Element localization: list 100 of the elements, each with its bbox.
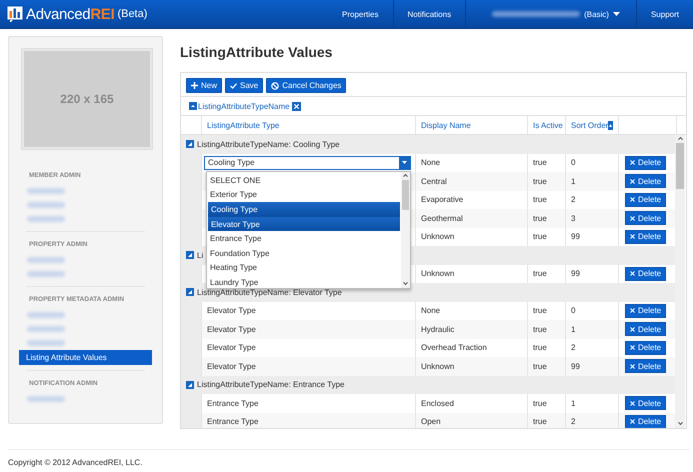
nav-link[interactable]: Support	[636, 0, 693, 28]
redacted-text	[27, 271, 65, 277]
close-icon	[630, 216, 635, 221]
table-cell: 0	[565, 154, 618, 172]
dropdown-option[interactable]: Foundation Type	[207, 246, 401, 261]
scroll-thumb[interactable]	[402, 180, 409, 210]
table-cell: 99	[565, 264, 618, 283]
collapse-icon[interactable]	[186, 251, 194, 260]
delete-button[interactable]: Delete	[625, 396, 666, 410]
column-header[interactable]: Display Name	[415, 116, 527, 134]
scroll-thumb[interactable]	[676, 143, 684, 189]
dropdown-option[interactable]: SELECT ONE	[207, 173, 401, 188]
table-cell: 1	[565, 320, 618, 338]
close-icon	[630, 160, 635, 166]
scroll-up-icon[interactable]	[678, 137, 682, 140]
close-icon	[630, 308, 635, 314]
table-cell: Hydraulic	[415, 320, 527, 338]
dropdown-option[interactable]: Laundry Type	[207, 275, 401, 290]
table-cell: true	[527, 154, 565, 172]
delete-button[interactable]: Delete	[625, 340, 666, 355]
collapse-icon[interactable]	[186, 380, 194, 389]
table-cell: true	[527, 338, 565, 357]
close-icon	[630, 326, 635, 332]
table-cell: Open	[415, 412, 527, 428]
table-cell: Geothermal	[415, 209, 527, 228]
sidebar-item[interactable]: Listing Attribute Values	[19, 350, 152, 365]
redacted-text	[27, 202, 65, 208]
delete-button[interactable]: Delete	[625, 414, 666, 428]
table-cell: Elevator Type	[201, 320, 415, 338]
cancel-icon	[271, 82, 280, 90]
scrollbar[interactable]	[675, 135, 685, 428]
type-dropdown[interactable]: Cooling Type	[204, 156, 411, 170]
table-cell: true	[527, 320, 565, 338]
redacted-text	[27, 326, 65, 332]
table-cell: 3	[565, 209, 618, 228]
group-chip[interactable]: ListingAttributeTypeName	[189, 100, 301, 112]
scrollbar[interactable]	[401, 172, 410, 288]
table-cell: Entrance Type	[201, 412, 415, 428]
checkmark-icon	[230, 82, 238, 88]
table-cell: 99	[565, 357, 618, 376]
building-chart-icon	[7, 6, 23, 22]
save-button[interactable]: Save	[225, 78, 264, 93]
delete-button[interactable]: Delete	[625, 322, 666, 336]
group-header: ListingAttributeTypeName: Cooling Type	[197, 140, 340, 149]
collapse-icon[interactable]	[186, 288, 194, 296]
close-icon	[630, 400, 635, 406]
redacted-text	[27, 396, 65, 402]
column-header[interactable]: Sort Order	[565, 116, 618, 134]
dropdown-option[interactable]: Heating Type	[207, 260, 401, 276]
table-cell: true	[527, 394, 565, 412]
delete-button[interactable]: Delete	[625, 266, 666, 281]
table-cell: true	[527, 357, 565, 376]
close-icon	[630, 419, 635, 424]
delete-button[interactable]: Delete	[625, 156, 666, 170]
table-cell: Overhead Traction	[415, 338, 527, 357]
delete-button[interactable]: Delete	[625, 230, 666, 244]
collapse-icon[interactable]	[186, 140, 194, 148]
nav-link[interactable]: Notifications	[392, 0, 466, 28]
new-button[interactable]: New	[186, 78, 222, 93]
table-cell: Unknown	[415, 357, 527, 376]
close-icon	[630, 271, 635, 276]
dropdown-option[interactable]: Exterior Type	[207, 188, 401, 202]
delete-button[interactable]: Delete	[625, 211, 666, 226]
table-cell: true	[527, 172, 565, 190]
group-header: ListingAttributeTypeName: Entrance Type	[197, 380, 344, 390]
delete-button[interactable]: Delete	[625, 304, 666, 318]
table-cell: Entrance Type	[201, 394, 415, 412]
table-cell: Unknown	[415, 264, 527, 283]
nav-link[interactable]: Properties	[328, 0, 392, 28]
table-cell: 1	[565, 172, 618, 190]
column-header[interactable]: ListingAttribute Type	[201, 116, 415, 134]
dropdown-option[interactable]: Entrance Type	[207, 231, 401, 246]
redacted-text	[27, 340, 65, 346]
dropdown-option[interactable]: Cooling Type	[208, 202, 400, 217]
table-cell: true	[527, 228, 565, 246]
close-icon[interactable]	[292, 102, 301, 110]
sort-icon	[189, 102, 197, 110]
user-menu[interactable]: (Basic)	[465, 0, 636, 28]
caret-icon	[612, 12, 620, 16]
redacted-text	[27, 216, 65, 222]
table-cell: 2	[565, 338, 618, 357]
dropdown-option[interactable]: Elevator Type	[208, 216, 400, 232]
scroll-up-icon[interactable]	[403, 174, 408, 177]
table-cell: 1	[565, 394, 618, 412]
table-cell: Elevator Type	[201, 357, 415, 376]
cancel-button[interactable]: Cancel Changes	[266, 78, 346, 93]
brand-logo[interactable]: AdvancedREI (Beta)	[0, 6, 148, 22]
scroll-down-icon[interactable]	[403, 282, 408, 285]
close-icon	[630, 345, 635, 350]
delete-button[interactable]: Delete	[625, 174, 666, 188]
plus-icon	[191, 82, 198, 89]
scroll-down-icon[interactable]	[678, 422, 682, 425]
group-header: Li	[197, 250, 204, 260]
page-title: ListingAttribute Values	[180, 44, 334, 62]
delete-button[interactable]: Delete	[625, 192, 666, 207]
column-header[interactable]: Is Active	[527, 116, 565, 134]
table-cell: 99	[565, 228, 618, 246]
delete-button[interactable]: Delete	[625, 359, 666, 374]
group-header: ListingAttributeTypeName: Elevator Type	[197, 288, 342, 297]
table-cell: 2	[565, 412, 618, 428]
